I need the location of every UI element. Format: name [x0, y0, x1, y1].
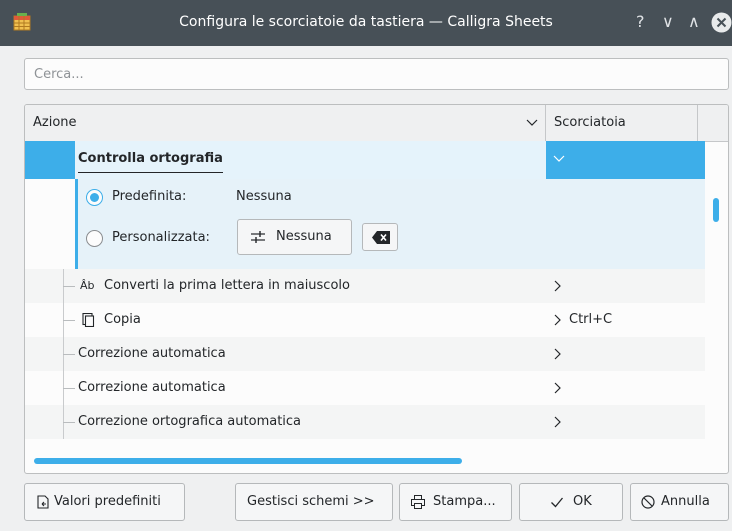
chevron-right-icon[interactable]	[553, 314, 563, 326]
configure-shortcut-icon	[251, 231, 265, 243]
tree-row[interactable]: Âb Converti la prima lettera in maiuscol…	[25, 269, 705, 303]
chevron-right-icon[interactable]	[553, 416, 563, 428]
window-title: Configura le scorciatoie da tastiera — C…	[179, 14, 553, 30]
minimize-button[interactable]: ∨	[662, 13, 674, 31]
defaults-button[interactable]: Valori predefiniti	[24, 483, 185, 521]
vertical-scrollbar[interactable]	[713, 198, 719, 222]
search-input[interactable]	[24, 58, 729, 90]
tree-branch	[63, 320, 75, 321]
help-button[interactable]: ?	[636, 13, 645, 31]
shortcut-value: Ctrl+C	[569, 312, 613, 327]
sort-chevron-icon[interactable]	[525, 116, 539, 130]
action-label: Copia	[104, 312, 141, 327]
document-revert-icon	[37, 495, 49, 509]
custom-radio[interactable]	[86, 230, 103, 247]
default-value: Nessuna	[236, 189, 292, 204]
default-label: Predefinita:	[112, 189, 187, 204]
maximize-button[interactable]: ∧	[688, 13, 700, 31]
tree-row[interactable]: Copia Ctrl+C	[25, 303, 705, 337]
chevron-right-icon[interactable]	[553, 382, 563, 394]
manage-schemes-button[interactable]: Gestisci schemi >>	[235, 483, 393, 521]
backspace-icon	[372, 231, 390, 244]
manage-schemes-label: Gestisci schemi >>	[247, 494, 375, 509]
selected-action-label: Controlla ortografia	[78, 146, 223, 173]
column-header-shortcut[interactable]: Scorciatoia	[546, 105, 698, 141]
tree-row[interactable]: Correzione automatica	[25, 371, 705, 405]
chevron-right-icon[interactable]	[553, 280, 563, 292]
shortcut-editor: Predefinita: Nessuna Personalizzata: Nes…	[75, 179, 705, 269]
capitalize-icon: Âb	[80, 279, 95, 292]
clear-shortcut-button[interactable]	[362, 223, 398, 251]
tree-branch	[63, 388, 75, 389]
copy-icon	[82, 313, 95, 327]
chevron-down-icon[interactable]	[553, 154, 565, 164]
ok-button[interactable]: OK	[519, 483, 623, 521]
default-radio[interactable]	[86, 189, 103, 206]
cancel-icon	[641, 495, 655, 509]
tree-row[interactable]: Correzione automatica	[25, 337, 705, 371]
tree-branch	[63, 354, 75, 355]
chevron-right-icon[interactable]	[553, 348, 563, 360]
tree-branch	[63, 422, 75, 423]
tree-row-selected[interactable]: Controlla ortografia	[25, 141, 705, 179]
tree-row[interactable]: Correzione ortografica automatica	[25, 405, 705, 439]
action-label: Correzione automatica	[78, 346, 226, 361]
tree-header: Azione Scorciatoia	[25, 105, 728, 142]
checkmark-icon	[551, 497, 564, 508]
action-label: Correzione ortografica automatica	[78, 414, 302, 429]
column-header-action[interactable]: Azione	[25, 105, 546, 141]
action-label: Correzione automatica	[78, 380, 226, 395]
action-label: Converti la prima lettera in maiuscolo	[104, 278, 350, 293]
editor-accent-bar	[75, 179, 78, 269]
ok-label: OK	[573, 494, 592, 509]
printer-icon	[411, 495, 425, 509]
shortcuts-tree[interactable]: Azione Scorciatoia Controlla ortografia …	[24, 104, 729, 474]
print-label: Stampa...	[433, 494, 496, 509]
title-bar: Configura le scorciatoie da tastiera — C…	[0, 0, 732, 46]
custom-label: Personalizzata:	[112, 230, 210, 245]
cancel-label: Annulla	[661, 494, 710, 509]
shortcut-capture-label: Nessuna	[276, 229, 332, 244]
print-button[interactable]: Stampa...	[399, 483, 512, 521]
close-icon[interactable]	[711, 12, 732, 33]
horizontal-scrollbar[interactable]	[34, 458, 462, 464]
shortcut-capture-button[interactable]: Nessuna	[237, 219, 352, 255]
cancel-button[interactable]: Annulla	[630, 483, 729, 521]
tree-branch	[63, 286, 75, 287]
defaults-label: Valori predefiniti	[54, 494, 161, 509]
